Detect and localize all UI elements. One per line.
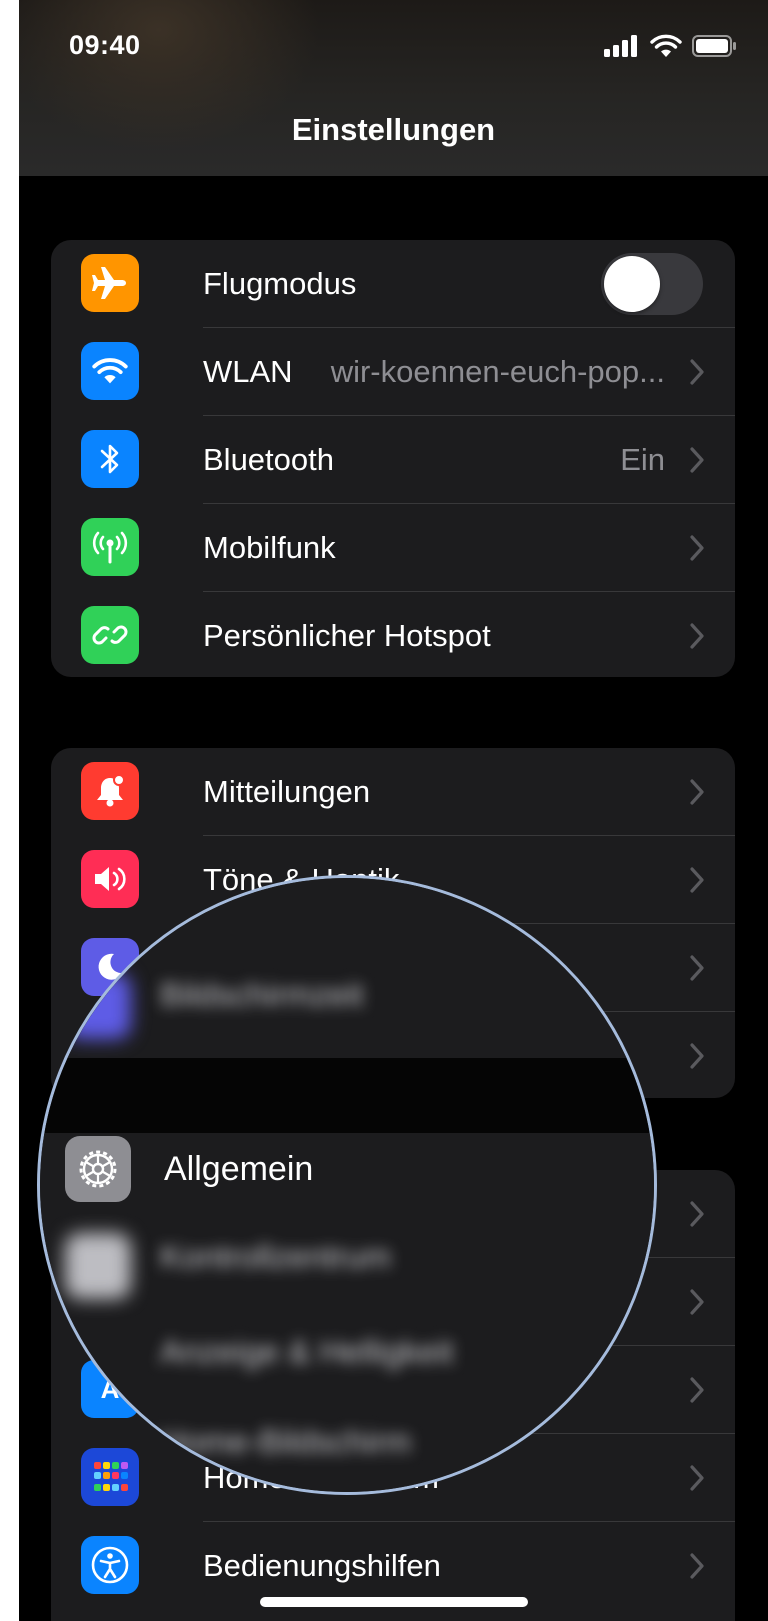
hotspot-icon <box>81 606 139 664</box>
settings-row-label: Flugmodus <box>203 266 357 301</box>
airplane-icon <box>81 254 139 312</box>
lens-top-section <box>40 878 654 1058</box>
blurred-label-control-center: Kontrollzentrum <box>160 1238 392 1275</box>
blurred-label-display: Anzeige & Helligkeit <box>160 1333 454 1370</box>
lens-gap <box>40 1058 654 1133</box>
navigation-bar: 09:40 Einstellungen <box>19 0 768 176</box>
settings-row-label: Persönlicher Hotspot <box>203 618 491 653</box>
magnified-label-allgemein: Allgemein <box>164 1150 314 1188</box>
chevron-right-icon <box>690 1465 704 1491</box>
notification-bell-icon <box>81 762 139 820</box>
page-title: Einstellungen <box>291 112 496 147</box>
settings-row-bluetooth[interactable]: Bluetooth Ein <box>51 416 735 504</box>
gear-icon <box>65 1136 131 1202</box>
chevron-right-icon <box>690 779 704 805</box>
chevron-right-icon <box>690 623 704 649</box>
chevron-right-icon <box>690 1553 704 1579</box>
cellular-signal-icon <box>604 35 637 57</box>
bluetooth-status-value: Ein <box>620 442 665 477</box>
settings-row-wlan[interactable]: WLAN wir-koennen-euch-pop... <box>51 328 735 416</box>
settings-row-hotspot[interactable]: Persönlicher Hotspot <box>51 592 735 677</box>
chevron-right-icon <box>690 447 704 473</box>
accessibility-icon <box>81 1536 139 1594</box>
status-icons <box>604 34 738 58</box>
blurred-label-screentime: Bildschirmzeit <box>160 976 364 1013</box>
chevron-right-icon <box>690 1043 704 1069</box>
chevron-right-icon <box>690 359 704 385</box>
chevron-right-icon <box>690 867 704 893</box>
chevron-right-icon <box>690 1377 704 1403</box>
home-indicator[interactable] <box>260 1597 528 1607</box>
phone-screen: 09:40 Einstellungen Flugmodus WLAN wir-k… <box>19 0 768 1621</box>
antenna-icon <box>81 518 139 576</box>
blurred-label-home-screen: Home-Bildschirm <box>160 1423 412 1460</box>
status-time: 09:40 <box>69 30 141 60</box>
wifi-icon <box>81 342 139 400</box>
chevron-right-icon <box>690 955 704 981</box>
settings-row-mitteilungen[interactable]: Mitteilungen <box>51 748 735 836</box>
settings-row-label: WLAN <box>203 354 293 389</box>
chevron-right-icon <box>690 1289 704 1315</box>
blurred-control-center-icon <box>65 1233 131 1299</box>
chevron-right-icon <box>690 535 704 561</box>
settings-row-label: Bluetooth <box>203 442 334 477</box>
blurred-moon-icon <box>65 973 131 1039</box>
settings-row-label: Mobilfunk <box>203 530 336 565</box>
bluetooth-icon <box>81 430 139 488</box>
settings-group-connectivity: Flugmodus WLAN wir-koennen-euch-pop... B… <box>51 240 735 677</box>
wlan-network-value: wir-koennen-euch-pop... <box>330 354 665 389</box>
settings-row-flugmodus[interactable]: Flugmodus <box>51 240 735 328</box>
toggle-knob <box>604 256 660 312</box>
airplane-mode-toggle[interactable] <box>601 253 703 315</box>
wifi-status-icon <box>650 34 682 57</box>
settings-row-mobilfunk[interactable]: Mobilfunk <box>51 504 735 592</box>
chevron-right-icon <box>690 1201 704 1227</box>
magnifier-lens: Bildschirmzeit Allgemein Kontrollzentrum… <box>37 875 657 1495</box>
battery-icon <box>692 35 736 57</box>
settings-row-label: Mitteilungen <box>203 774 371 809</box>
